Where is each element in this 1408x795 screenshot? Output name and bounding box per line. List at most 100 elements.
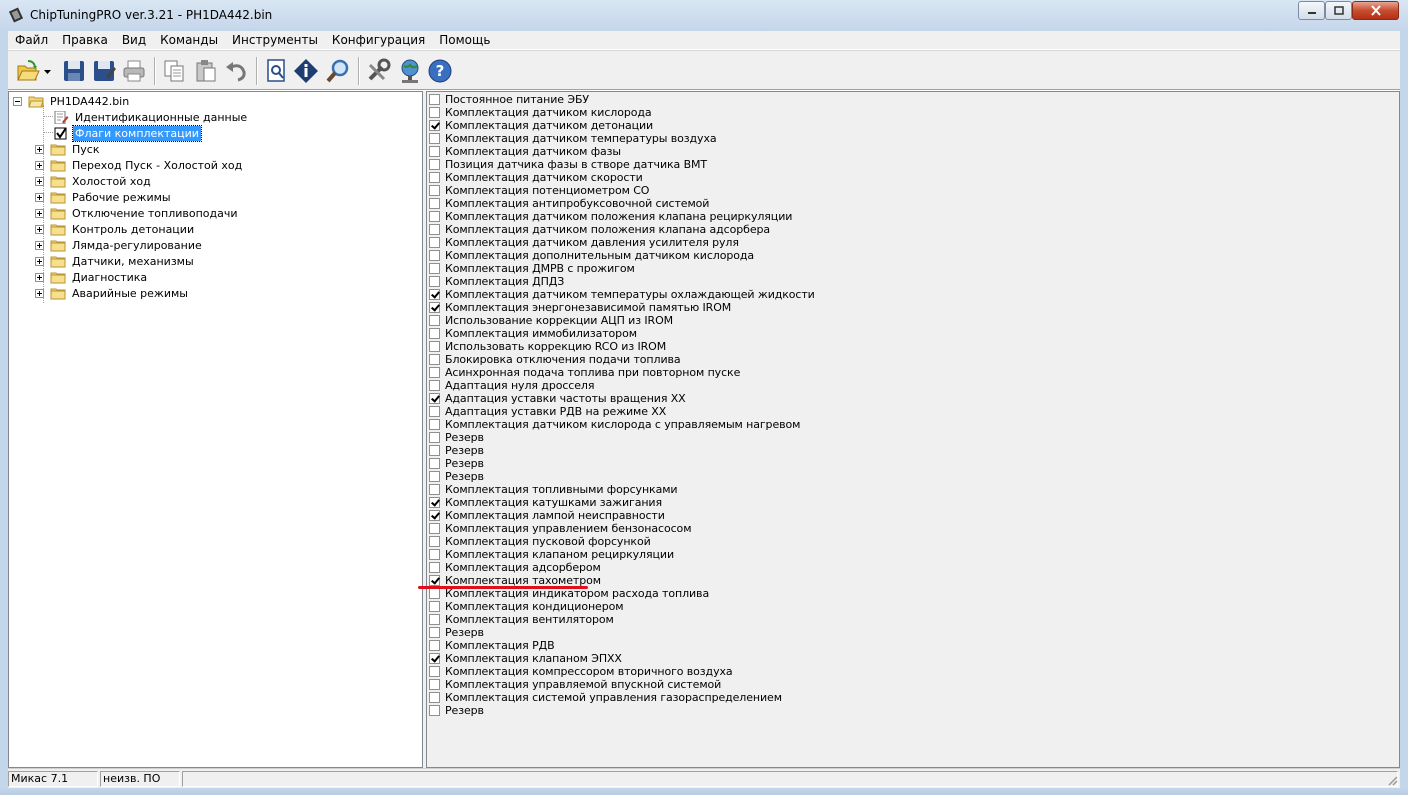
resize-grip-icon[interactable] [1386, 774, 1398, 786]
tools-button[interactable] [364, 57, 392, 85]
config-flag-row[interactable]: Асинхронная подача топлива при повторном… [429, 366, 740, 379]
flag-checkbox[interactable] [429, 640, 440, 651]
config-flag-row[interactable]: Блокировка отключения подачи топлива [429, 353, 681, 366]
flag-checkbox[interactable] [429, 432, 440, 443]
config-flag-row[interactable]: Комплектация датчиком положения клапана … [429, 210, 792, 223]
config-flag-row[interactable]: Комплектация датчиком температуры воздух… [429, 132, 717, 145]
config-flag-row[interactable]: Комплектация потенциометром СО [429, 184, 649, 197]
flag-checkbox[interactable] [429, 510, 440, 521]
flag-checkbox[interactable] [429, 367, 440, 378]
config-flag-row[interactable]: Комплектация ДПДЗ [429, 275, 564, 288]
config-flag-row[interactable]: Комплектация топливными форсунками [429, 483, 678, 496]
config-flag-row[interactable]: Комплектация антипробуксовочной системой [429, 197, 709, 210]
expand-toggle[interactable] [35, 288, 44, 298]
config-flag-row[interactable]: Комплектация датчиком кислорода с управл… [429, 418, 800, 431]
tree-item-folder[interactable]: Контроль детонации [35, 221, 196, 237]
menu-view[interactable]: Вид [115, 31, 153, 49]
print-button[interactable] [120, 57, 148, 85]
config-flag-row[interactable]: Комплектация датчиком скорости [429, 171, 643, 184]
flag-checkbox[interactable] [429, 380, 440, 391]
config-flag-row[interactable]: Резерв [429, 457, 484, 470]
open-button[interactable] [14, 57, 42, 85]
expand-toggle[interactable] [35, 272, 44, 282]
config-flag-row[interactable]: Комплектация энергонезависимой памятью I… [429, 301, 731, 314]
menu-configuration[interactable]: Конфигурация [325, 31, 432, 49]
flag-checkbox[interactable] [429, 679, 440, 690]
expand-toggle[interactable] [35, 240, 44, 250]
info-button[interactable] [292, 57, 320, 85]
flag-checkbox[interactable] [429, 705, 440, 716]
expand-toggle[interactable] [35, 176, 44, 186]
flag-checkbox[interactable] [429, 354, 440, 365]
menu-tools[interactable]: Инструменты [225, 31, 325, 49]
flag-checkbox[interactable] [429, 172, 440, 183]
tree-item-folder[interactable]: Отключение топливоподачи [35, 205, 240, 221]
flag-checkbox[interactable] [429, 146, 440, 157]
flag-checkbox[interactable] [429, 94, 440, 105]
network-button[interactable] [396, 57, 424, 85]
config-flag-row[interactable]: Комплектация иммобилизатором [429, 327, 637, 340]
flag-checkbox[interactable] [429, 419, 440, 430]
flag-checkbox[interactable] [429, 302, 440, 313]
flag-checkbox[interactable] [429, 107, 440, 118]
flag-checkbox[interactable] [429, 653, 440, 664]
tree-item-folder[interactable]: Переход Пуск - Холостой ход [35, 157, 244, 173]
flag-checkbox[interactable] [429, 185, 440, 196]
flag-checkbox[interactable] [429, 393, 440, 404]
tree-item-folder[interactable]: Пуск [35, 141, 101, 157]
tree-item-identification[interactable]: Идентификационные данные [53, 109, 249, 125]
expand-toggle[interactable] [35, 256, 44, 266]
config-flag-row[interactable]: Комплектация системой управления газорас… [429, 691, 782, 704]
expand-toggle[interactable] [35, 192, 44, 202]
config-flag-row[interactable]: Комплектация кондиционером [429, 600, 624, 613]
config-flag-row[interactable]: Комплектация вентилятором [429, 613, 614, 626]
tree-item-folder[interactable]: Диагностика [35, 269, 149, 285]
tree-item-folder[interactable]: Рабочие режимы [35, 189, 173, 205]
config-flag-row[interactable]: Использование коррекции АЦП из IROM [429, 314, 673, 327]
flag-checkbox[interactable] [429, 588, 440, 599]
search-button[interactable] [324, 57, 352, 85]
expand-toggle[interactable] [35, 208, 44, 218]
flag-checkbox[interactable] [429, 250, 440, 261]
tree-item-folder[interactable]: Лямда-регулирование [35, 237, 204, 253]
flag-checkbox[interactable] [429, 445, 440, 456]
flag-checkbox[interactable] [429, 211, 440, 222]
config-flag-row[interactable]: Комплектация ДМРВ с прожигом [429, 262, 635, 275]
collapse-toggle[interactable] [13, 96, 22, 106]
flag-checkbox[interactable] [429, 536, 440, 547]
flag-checkbox[interactable] [429, 458, 440, 469]
flag-checkbox[interactable] [429, 198, 440, 209]
flag-checkbox[interactable] [429, 666, 440, 677]
config-flag-row[interactable]: Комплектация датчиком давления усилителя… [429, 236, 739, 249]
copy-button[interactable] [160, 57, 188, 85]
paste-button[interactable] [192, 57, 220, 85]
config-flag-row[interactable]: Комплектация адсорбером [429, 561, 601, 574]
flag-checkbox[interactable] [429, 523, 440, 534]
config-flag-row[interactable]: Резерв [429, 626, 484, 639]
config-flag-row[interactable]: Резерв [429, 431, 484, 444]
config-flag-row[interactable]: Комплектация датчиком фазы [429, 145, 621, 158]
flag-checkbox[interactable] [429, 575, 440, 586]
minimize-button[interactable] [1298, 1, 1325, 20]
flag-checkbox[interactable] [429, 328, 440, 339]
config-flag-row[interactable]: Комплектация датчиком кислорода [429, 106, 652, 119]
config-flag-row[interactable]: Комплектация РДВ [429, 639, 555, 652]
expand-toggle[interactable] [35, 224, 44, 234]
flag-checkbox[interactable] [429, 263, 440, 274]
config-flag-row[interactable]: Комплектация датчиком температуры охлажд… [429, 288, 815, 301]
help-button[interactable]: ? [426, 57, 454, 85]
config-flag-row[interactable]: Адаптация уставки частоты вращения ХХ [429, 392, 686, 405]
config-flag-row[interactable]: Постоянное питание ЭБУ [429, 93, 589, 106]
config-flag-row[interactable]: Комплектация клапаном рециркуляции [429, 548, 674, 561]
config-flag-row[interactable]: Комплектация лампой неисправности [429, 509, 665, 522]
flag-checkbox[interactable] [429, 237, 440, 248]
config-flag-row[interactable]: Комплектация клапаном ЭПХХ [429, 652, 622, 665]
config-flag-row[interactable]: Комплектация датчиком положения клапана … [429, 223, 770, 236]
open-dropdown-button[interactable] [42, 57, 54, 85]
save-button[interactable] [60, 57, 88, 85]
flag-checkbox[interactable] [429, 159, 440, 170]
tree-item-folder[interactable]: Датчики, механизмы [35, 253, 196, 269]
flag-checkbox[interactable] [429, 341, 440, 352]
flag-checkbox[interactable] [429, 692, 440, 703]
tree-item-config-flags[interactable]: Флаги комплектации [53, 124, 202, 142]
